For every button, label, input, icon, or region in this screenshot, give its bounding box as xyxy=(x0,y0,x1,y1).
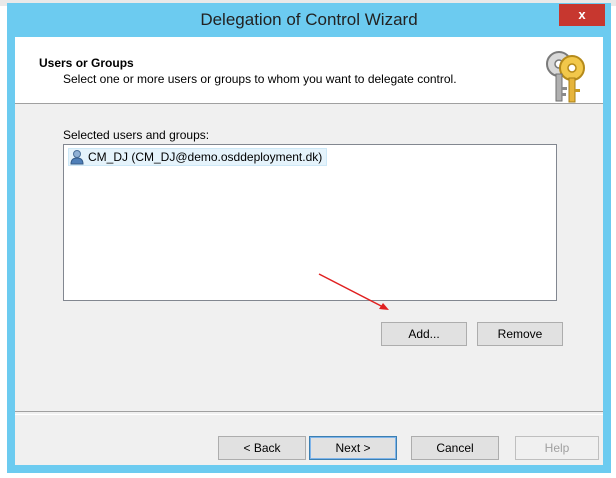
window-title: Delegation of Control Wizard xyxy=(200,10,418,29)
wizard-client-area: Users or Groups Select one or more users… xyxy=(15,37,603,465)
remove-button[interactable]: Remove xyxy=(477,322,563,346)
arrow-annotation xyxy=(318,273,389,310)
page-title: Users or Groups xyxy=(39,56,134,70)
list-label: Selected users and groups: xyxy=(63,128,210,142)
footer-divider xyxy=(15,411,603,415)
users-groups-listbox[interactable]: CM_DJ (CM_DJ@demo.osddeployment.dk) xyxy=(63,144,557,301)
page-subtitle: Select one or more users or groups to wh… xyxy=(63,72,457,86)
cancel-button[interactable]: Cancel xyxy=(411,436,499,460)
user-icon xyxy=(70,150,84,165)
list-item[interactable]: CM_DJ (CM_DJ@demo.osddeployment.dk) xyxy=(68,148,328,166)
wizard-header: Users or Groups Select one or more users… xyxy=(15,37,603,104)
keys-icon xyxy=(546,51,585,103)
close-icon: x xyxy=(578,7,586,22)
add-button[interactable]: Add... xyxy=(381,322,467,346)
list-item-label: CM_DJ (CM_DJ@demo.osddeployment.dk) xyxy=(88,150,323,164)
wizard-window: Delegation of Control Wizard x Users or … xyxy=(7,3,611,473)
back-button[interactable]: < Back xyxy=(218,436,306,460)
title-bar[interactable]: Delegation of Control Wizard x xyxy=(7,3,611,37)
close-button[interactable]: x xyxy=(559,4,605,26)
next-button[interactable]: Next > xyxy=(309,436,397,460)
help-button: Help xyxy=(515,436,599,460)
